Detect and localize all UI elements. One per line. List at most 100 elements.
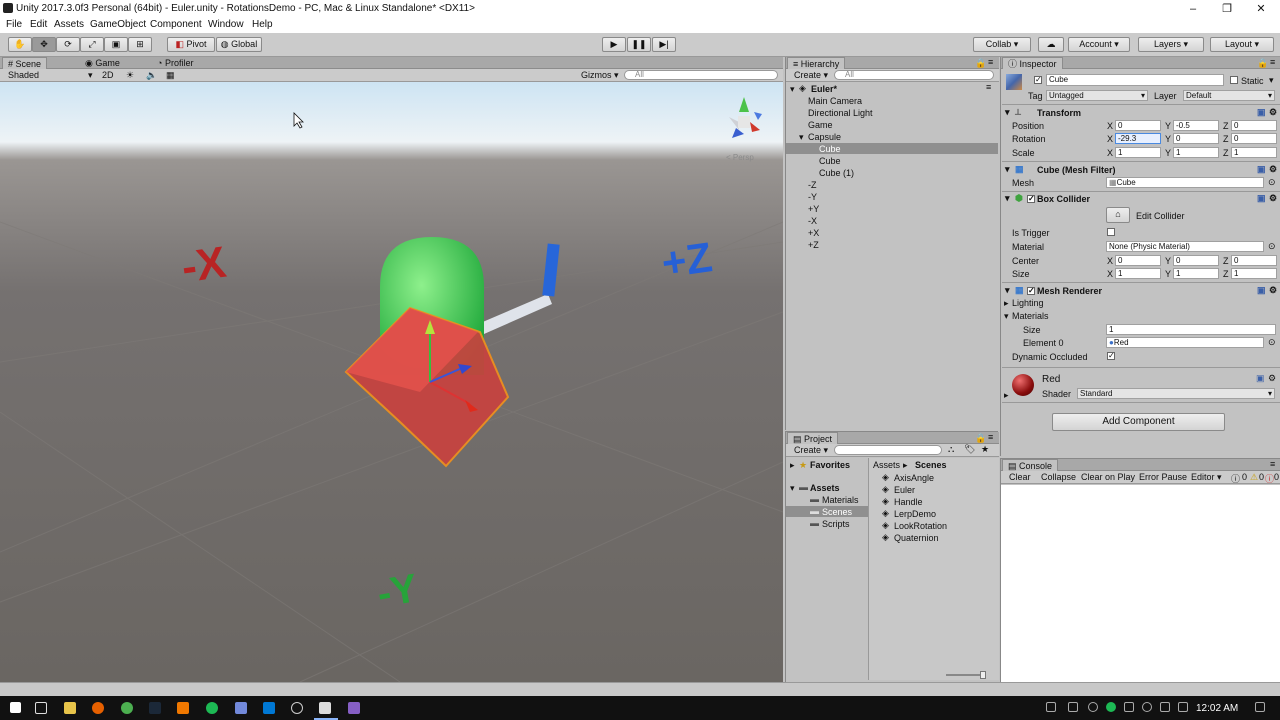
hierarchy-scene-name[interactable]: Euler* [811, 84, 837, 94]
tag-dropdown[interactable]: Untagged ▾ [1046, 90, 1148, 101]
file-lookrotation[interactable]: LookRotation [894, 521, 947, 531]
gear-icon[interactable]: ⚙ [1269, 193, 1277, 204]
gear-icon[interactable]: ⚙ [1269, 107, 1277, 118]
tab-profiler[interactable]: ◔ Profiler [152, 57, 198, 69]
assets-expand-icon[interactable]: ▾ [790, 483, 795, 494]
pivot-button[interactable]: ◧ Pivot [167, 37, 215, 52]
steam-icon[interactable] [149, 702, 161, 714]
size-x-field[interactable]: 1 [1115, 268, 1161, 279]
scene-search-input[interactable]: All [624, 70, 778, 80]
global-button[interactable]: ◍ Global [216, 37, 262, 52]
hierarchy-item-pos-x[interactable]: +X [808, 228, 819, 238]
inspector-lock-icon[interactable]: 🔒 [1257, 58, 1268, 69]
lighting-label[interactable]: Lighting [1012, 298, 1044, 308]
capsule-expand-icon[interactable]: ▾ [799, 132, 804, 143]
layout-button[interactable]: Layout ▾ [1210, 37, 1274, 52]
persp-label[interactable]: < Persp [726, 153, 754, 162]
inspector-menu-icon[interactable]: ≡ [1270, 57, 1275, 67]
file-quaternion[interactable]: Quaternion [894, 533, 939, 543]
warning-count-icon[interactable]: ⚠ [1250, 472, 1258, 483]
volume-icon[interactable] [1178, 702, 1188, 712]
lighting-expand-icon[interactable]: ▸ [1004, 298, 1009, 309]
layer-dropdown[interactable]: Default ▾ [1183, 90, 1275, 101]
menu-assets[interactable]: Assets [54, 19, 84, 30]
project-search-input[interactable] [834, 445, 942, 455]
is-trigger-checkbox[interactable] [1107, 228, 1115, 236]
mesh-renderer-enabled-checkbox[interactable]: ✓ [1027, 287, 1035, 295]
mesh-filter-header[interactable]: ▾ ▦ Cube (Mesh Filter) ▣ ⚙ [1002, 164, 1280, 177]
favorites-expand-icon[interactable]: ▸ [790, 460, 795, 471]
menu-window[interactable]: Window [208, 19, 244, 30]
file-axisangle[interactable]: AxisAngle [894, 473, 934, 483]
file-handle[interactable]: Handle [894, 497, 923, 507]
hierarchy-search-input[interactable]: All [834, 70, 994, 80]
scale-y-field[interactable]: 1 [1173, 147, 1219, 158]
filter-type-icon[interactable]: ⛬ [948, 444, 954, 455]
project-lock-icon[interactable]: 🔒 [975, 433, 986, 444]
collab-button[interactable]: Collab ▾ [973, 37, 1031, 52]
console-clear-button[interactable]: Clear [1009, 472, 1031, 482]
center-x-field[interactable]: 0 [1115, 255, 1161, 266]
tab-scene[interactable]: # Scene [2, 57, 48, 69]
breadcrumb-scenes[interactable]: Scenes [915, 460, 947, 470]
hierarchy-item-neg-x[interactable]: -X [808, 216, 817, 226]
add-component-button[interactable]: Add Component [1052, 413, 1225, 431]
tab-game[interactable]: ◉ Game [80, 57, 125, 69]
scale-x-field[interactable]: 1 [1115, 147, 1161, 158]
gear-icon[interactable]: ⚙ [1268, 373, 1276, 384]
task-view-icon[interactable] [35, 702, 47, 714]
gear-icon[interactable]: ⚙ [1269, 285, 1277, 296]
materials-size-field[interactable]: 1 [1106, 324, 1276, 335]
icon-size-slider-thumb[interactable] [980, 671, 986, 679]
tray-spotify-icon[interactable] [1106, 702, 1116, 712]
mesh-renderer-header[interactable]: ▾ ▦ ✓ Mesh Renderer ▣ ⚙ [1002, 285, 1280, 298]
box-collider-enabled-checkbox[interactable]: ✓ [1027, 195, 1035, 203]
object-picker-icon[interactable]: ⊙ [1268, 337, 1276, 348]
rotation-x-field[interactable]: -29.3 [1115, 133, 1161, 144]
mesh-field[interactable]: ▦Cube [1106, 177, 1264, 188]
folder-scripts[interactable]: Scripts [822, 519, 850, 529]
static-checkbox[interactable] [1230, 76, 1238, 84]
clock[interactable]: 12:02 AM [1196, 703, 1238, 714]
hierarchy-item-main-camera[interactable]: Main Camera [808, 96, 862, 106]
firefox-icon[interactable] [92, 702, 104, 714]
scale-z-field[interactable]: 1 [1231, 147, 1277, 158]
rotate-tool-button[interactable]: ⟳ [56, 37, 80, 52]
tray-chevron-icon[interactable] [1068, 702, 1078, 712]
project-menu-icon[interactable]: ≡ [988, 432, 993, 442]
network-icon[interactable] [1160, 702, 1170, 712]
chrome-icon[interactable] [121, 702, 133, 714]
toggle-2d-button[interactable]: 2D [102, 70, 114, 80]
hierarchy-item-directional-light[interactable]: Directional Light [808, 108, 873, 118]
hand-tool-button[interactable]: ✋ [8, 37, 32, 52]
static-chevron-icon[interactable]: ▾ [1269, 75, 1274, 86]
gizmos-dropdown[interactable]: Gizmos ▾ [581, 70, 619, 81]
favorite-star-icon[interactable]: ★ [981, 444, 989, 455]
windows-start-icon[interactable] [10, 702, 21, 713]
visual-studio-icon[interactable] [348, 702, 360, 714]
error-count-icon[interactable]: ⓘ [1265, 472, 1274, 485]
hierarchy-item-cube-1[interactable]: Cube (1) [819, 168, 854, 178]
console-error-pause-button[interactable]: Error Pause [1139, 472, 1187, 482]
layers-button[interactable]: Layers ▾ [1138, 37, 1204, 52]
box-collider-header[interactable]: ▾ ⬢ ✓ Box Collider ▣ ⚙ [1002, 193, 1280, 206]
help-icon[interactable]: ▣ [1257, 107, 1266, 118]
scene-viewport[interactable]: -X +Z -Y < Persp [0, 82, 783, 682]
console-clear-on-play-button[interactable]: Clear on Play [1081, 472, 1135, 482]
file-lerpdemo[interactable]: LerpDemo [894, 509, 936, 519]
scene-expand-icon[interactable]: ▾ [790, 84, 795, 95]
rotation-y-field[interactable]: 0 [1173, 133, 1219, 144]
gear-icon[interactable]: ⚙ [1269, 164, 1277, 175]
minimize-button[interactable]: – [1178, 1, 1208, 17]
hierarchy-item-capsule[interactable]: Capsule [808, 132, 841, 142]
close-button[interactable]: ✕ [1246, 1, 1276, 17]
object-picker-icon[interactable]: ⊙ [1268, 177, 1276, 188]
element-0-field[interactable]: ●Red [1106, 337, 1264, 348]
menu-help[interactable]: Help [252, 19, 273, 30]
lighting-toggle-icon[interactable]: ☀ [126, 70, 134, 81]
panel-menu-icon[interactable]: ≡ [988, 57, 993, 67]
action-center-icon[interactable] [1255, 702, 1265, 712]
menu-edit[interactable]: Edit [30, 19, 47, 30]
help-icon[interactable]: ▣ [1257, 285, 1266, 296]
rotation-z-field[interactable]: 0 [1231, 133, 1277, 144]
